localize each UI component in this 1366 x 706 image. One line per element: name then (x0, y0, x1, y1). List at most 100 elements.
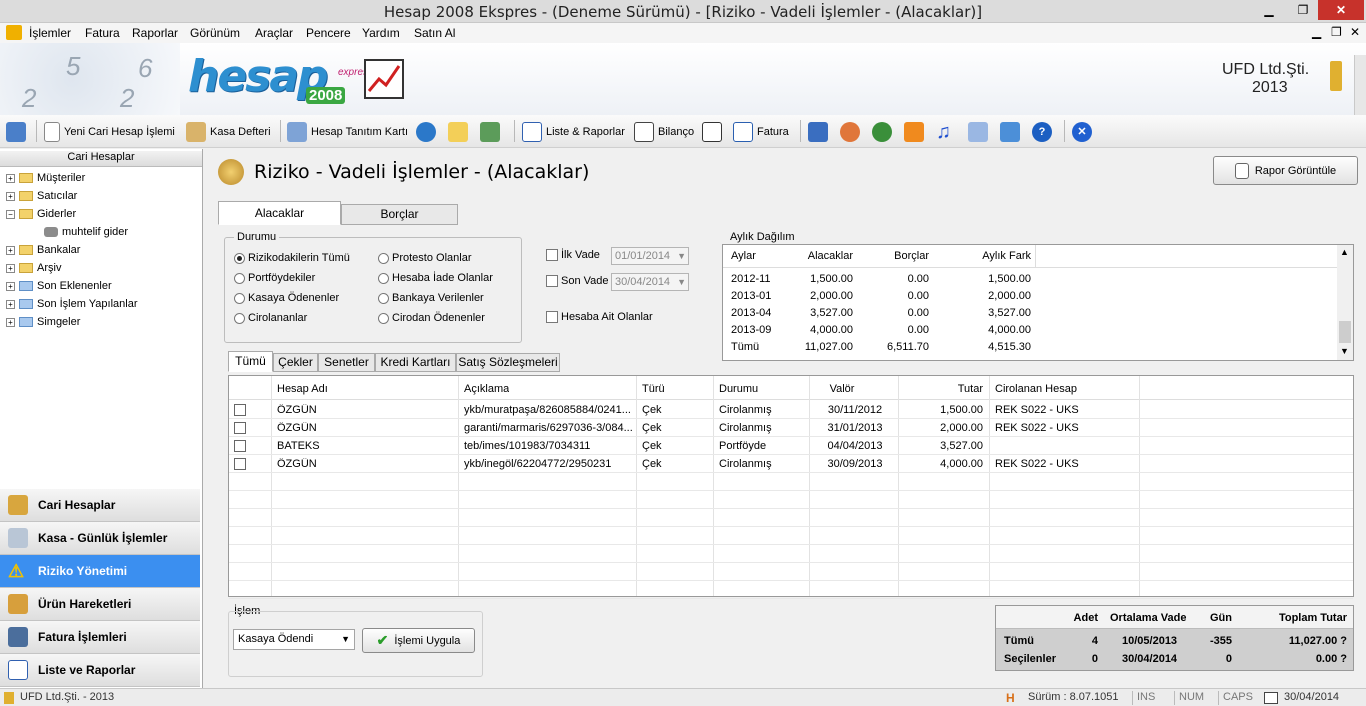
nav-cari-hesaplar[interactable]: Cari Hesaplar (0, 489, 200, 522)
monthly-row[interactable]: 2013-09 4,000.00 0.00 4,000.00 (723, 322, 1337, 339)
last-due-checkbox[interactable]: Son Vade (546, 275, 609, 287)
scroll-thumb[interactable] (1339, 321, 1351, 343)
nav-riziko[interactable]: ⚠ Riziko Yönetimi (0, 555, 200, 588)
new-account-button[interactable]: Yeni Cari Hesap İşlemi (44, 120, 175, 144)
rss-button[interactable] (904, 120, 924, 144)
menu-satin-al[interactable]: Satın Al (414, 26, 455, 40)
lists-reports-button[interactable]: Liste & Raporlar (522, 120, 625, 144)
tree-item-musteriler[interactable]: + Müşteriler (6, 170, 85, 186)
row-checkbox[interactable] (234, 404, 246, 416)
subtab-tumu[interactable]: Tümü (228, 351, 273, 372)
monthly-col-months[interactable]: Aylar (731, 250, 756, 262)
menu-raporlar[interactable]: Raporlar (132, 26, 178, 40)
scroll-down-icon[interactable]: ▼ (1340, 346, 1349, 356)
report-button[interactable]: Rapor Görüntüle (1213, 156, 1358, 185)
apply-button[interactable]: ✔ İşlemi Uygula (362, 628, 475, 653)
radio-protested[interactable]: Protesto Olanlar (378, 252, 471, 264)
web-button[interactable] (872, 120, 892, 144)
minimize-icon[interactable]: ▁ (1256, 0, 1282, 20)
app-icon[interactable] (6, 25, 22, 40)
menu-islemler[interactable]: İşlemler (29, 26, 71, 40)
mail-button[interactable] (480, 120, 500, 144)
chart-button[interactable] (702, 120, 722, 144)
col-amount[interactable]: Tutar (909, 383, 983, 395)
tree-item-saticilar[interactable]: + Satıcılar (6, 188, 77, 204)
tab-alacaklar[interactable]: Alacaklar (218, 201, 341, 225)
tree-item-arsiv[interactable]: + Arşiv (6, 260, 61, 276)
tree-item-muhtelif-gider[interactable]: muhtelif gider (44, 224, 128, 240)
nav-kasa[interactable]: Kasa - Günlük İşlemler (0, 522, 200, 555)
table-row[interactable]: ÖZGÜN ykb/inegöl/62204772/2950231 Çek Cirol… (229, 455, 1353, 473)
nav-fatura[interactable]: Fatura İşlemleri (0, 621, 200, 654)
nav-urun[interactable]: Ürün Hareketleri (0, 588, 200, 621)
tab-borclar[interactable]: Borçlar (341, 204, 458, 225)
table-row[interactable]: BATEKS teb/imes/101983/7034311 Çek Portföyd… (229, 437, 1353, 455)
radio-endorsement-paid[interactable]: Cirodan Ödenenler (378, 312, 485, 324)
col-endorsed-account[interactable]: Cirolanan Hesap (995, 383, 1077, 395)
book-button[interactable] (1000, 120, 1020, 144)
mdi-restore-icon[interactable]: ❐ (1331, 25, 1342, 39)
invoice-button[interactable]: Fatura (733, 120, 789, 144)
calc2-button[interactable] (968, 120, 988, 144)
radio-endorsed[interactable]: Cirolananlar (234, 312, 307, 324)
radio-returned[interactable]: Hesaba İade Olanlar (378, 272, 493, 284)
account-only-checkbox[interactable]: Hesaba Ait Olanlar (546, 311, 653, 323)
help-button[interactable]: ? (1032, 120, 1052, 144)
account-card-button[interactable]: Hesap Tanıtım Kartı (287, 120, 408, 144)
row-checkbox[interactable] (234, 422, 246, 434)
tree-item-son-eklenenler[interactable]: + Son Eklenenler (6, 278, 112, 294)
menu-araclar[interactable]: Araçlar (255, 26, 293, 40)
col-description[interactable]: Açıklama (464, 383, 509, 395)
col-status[interactable]: Durumu (719, 383, 758, 395)
row-checkbox[interactable] (234, 440, 246, 452)
menu-toggle-button[interactable] (6, 120, 26, 144)
monthly-row[interactable]: 2013-04 3,527.00 0.00 3,527.00 (723, 305, 1337, 322)
calculator-button[interactable] (808, 120, 828, 144)
row-checkbox[interactable] (234, 458, 246, 470)
monthly-row[interactable]: 2013-01 2,000.00 0.00 2,000.00 (723, 288, 1337, 305)
mdi-close-icon[interactable]: ✕ (1350, 25, 1360, 39)
radio-portfolio[interactable]: Portföydekiler (234, 272, 315, 284)
mdi-minimize-icon[interactable]: ▁ (1312, 25, 1321, 39)
subtab-satis-sozlesmeleri[interactable]: Satış Sözleşmeleri (456, 353, 560, 372)
menu-fatura[interactable]: Fatura (85, 26, 120, 40)
monthly-col-receivables[interactable]: Alacaklar (783, 250, 853, 262)
tree-item-simgeler[interactable]: + Simgeler (6, 314, 80, 330)
scroll-up-icon[interactable]: ▲ (1340, 247, 1349, 257)
menu-gorunum[interactable]: Görünüm (190, 26, 240, 40)
banner-scrollbar[interactable] (1354, 55, 1366, 121)
menu-pencere[interactable]: Pencere (306, 26, 351, 40)
search-button[interactable] (416, 120, 436, 144)
radio-all[interactable]: Rizikodakilerin Tümü (234, 252, 350, 264)
monthly-col-diff[interactable]: Aylık Fark (959, 250, 1031, 262)
monthly-row[interactable]: Tümü 11,027.00 6,511.70 4,515.30 (723, 339, 1337, 356)
last-due-input[interactable]: 30/04/2014 ▼ (611, 273, 689, 291)
table-row[interactable]: ÖZGÜN ykb/muratpaşa/826085884/0241... Çek C… (229, 401, 1353, 419)
cash-book-button[interactable]: Kasa Defteri (186, 120, 271, 144)
col-type[interactable]: Türü (642, 383, 665, 395)
close-icon[interactable]: ✕ (1318, 0, 1364, 20)
music-button[interactable]: ♫ (936, 120, 956, 144)
radio-bank[interactable]: Bankaya Verilenler (378, 292, 484, 304)
monthly-row[interactable]: 2012-11 1,500.00 0.00 1,500.00 (723, 271, 1337, 288)
tree-item-bankalar[interactable]: + Bankalar (6, 242, 80, 258)
radio-cash-paid[interactable]: Kasaya Ödenenler (234, 292, 339, 304)
col-valor[interactable]: Valör (815, 383, 869, 395)
nav-liste[interactable]: Liste ve Raporlar (0, 654, 200, 687)
table-row[interactable]: ÖZGÜN garanti/marmaris/6297036-3/084... Çe… (229, 419, 1353, 437)
open-folder-button[interactable] (448, 120, 468, 144)
action-select[interactable]: Kasaya Ödendi ▼ (233, 629, 355, 650)
subtab-senetler[interactable]: Senetler (318, 353, 375, 372)
subtab-kredi-kartlari[interactable]: Kredi Kartları (375, 353, 456, 372)
subtab-cekler[interactable]: Çekler (273, 353, 318, 372)
monthly-col-payables[interactable]: Borçlar (859, 250, 929, 262)
tree-item-son-islem[interactable]: + Son İşlem Yapılanlar (6, 296, 137, 312)
first-due-checkbox[interactable]: İlk Vade (546, 249, 600, 261)
balance-button[interactable]: Bilanço (634, 120, 694, 144)
exit-button[interactable]: ✕ (1072, 120, 1092, 144)
palette-button[interactable] (840, 120, 860, 144)
restore-icon[interactable]: ❐ (1290, 0, 1316, 20)
first-due-input[interactable]: 01/01/2014 ▼ (611, 247, 689, 265)
monthly-scrollbar[interactable]: ▲ ▼ (1337, 245, 1353, 360)
col-account[interactable]: Hesap Adı (277, 383, 328, 395)
